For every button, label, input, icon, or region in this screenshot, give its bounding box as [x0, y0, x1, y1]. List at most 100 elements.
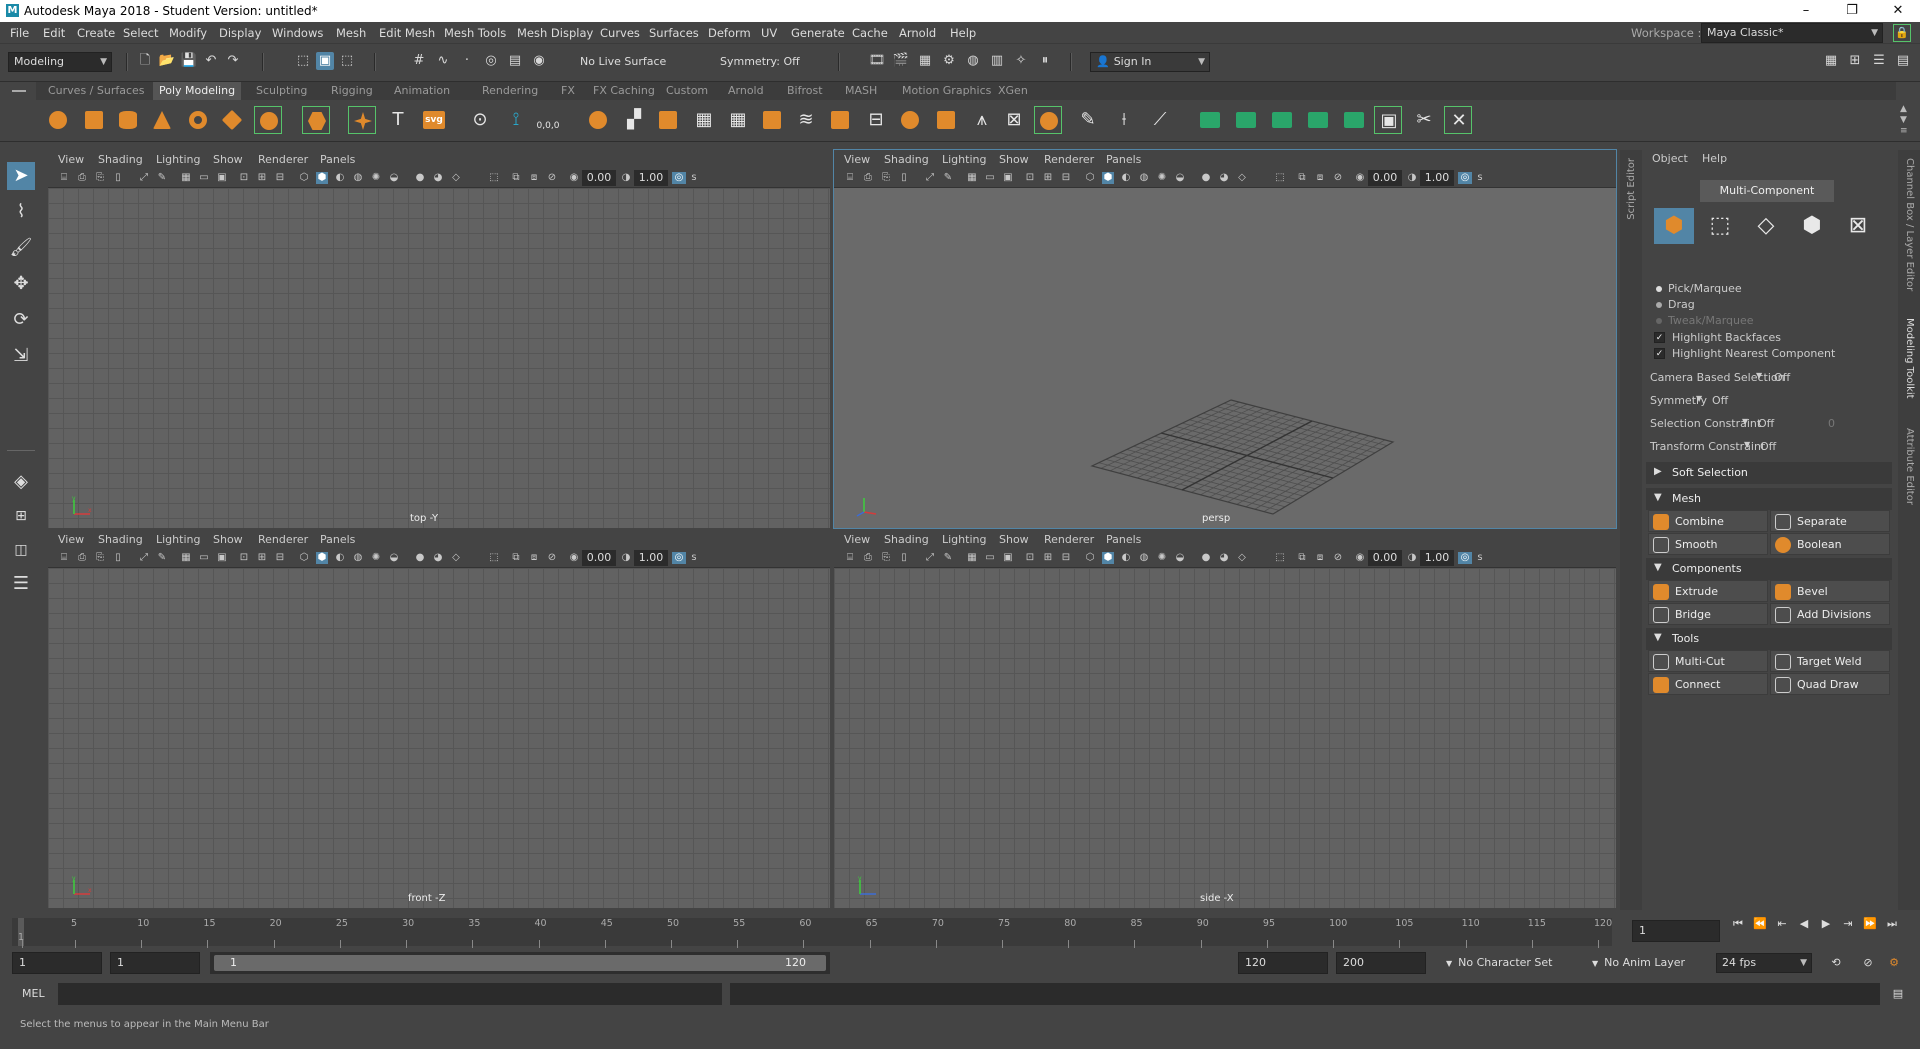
image-plane-icon[interactable]: ▯	[112, 552, 124, 564]
step-forward-frame-icon[interactable]: ⇥	[1840, 916, 1856, 932]
time-slider[interactable]: 1 5 10 15 20 25 30 35 40 45 50 55 60 65 70 75 80 85 90 95 10…	[0, 912, 1920, 952]
select-component-icon[interactable]: ⬚	[338, 52, 356, 70]
panel-menu-shading[interactable]: Shading	[884, 153, 929, 166]
panel-menu-lighting[interactable]: Lighting	[942, 153, 986, 166]
viewport-canvas[interactable]: yx front -Z	[48, 568, 830, 908]
safe-action-icon[interactable]: ⊟	[1060, 552, 1072, 564]
panel-menu-panels[interactable]: Panels	[1106, 153, 1141, 166]
two-d-pan-icon[interactable]: ⤢	[924, 552, 936, 564]
film-gate-icon[interactable]: ▭	[198, 172, 210, 184]
textured-icon[interactable]: ◍	[352, 172, 364, 184]
panel-menu-renderer[interactable]: Renderer	[1044, 153, 1094, 166]
motion-blur-icon[interactable]: ◕	[432, 172, 444, 184]
anti-aliasing-icon[interactable]: ◇	[1236, 172, 1248, 184]
modeling-toolkit-tab[interactable]: Modeling Toolkit	[1904, 318, 1915, 399]
wireframe-icon[interactable]: ⬡	[298, 552, 310, 564]
shelf-tab-xgen[interactable]: XGen	[998, 84, 1028, 97]
script-editor-icon[interactable]: ▤	[1890, 986, 1906, 1002]
highlight-nearest-checkbox[interactable]: ✓	[1654, 348, 1665, 359]
select-tool-icon[interactable]: ➤	[7, 162, 35, 190]
measure-tool-icon[interactable]: ⊙	[466, 106, 494, 134]
poly-torus-icon[interactable]	[184, 106, 212, 134]
panel-menu-show[interactable]: Show	[213, 533, 243, 546]
menu-mesh[interactable]: Mesh	[336, 26, 366, 40]
panel-menu-view[interactable]: View	[58, 533, 84, 546]
anti-aliasing-icon[interactable]: ◇	[450, 552, 462, 564]
playback-end-field[interactable]: 120	[1238, 952, 1328, 974]
script-editor-tab[interactable]: Script Editor	[1626, 158, 1637, 220]
toggle-attribute-editor-icon[interactable]: ⊞	[1846, 52, 1864, 70]
menu-display[interactable]: Display	[219, 26, 261, 40]
gamma-icon[interactable]: ◑	[620, 552, 632, 564]
lock-icon[interactable]: 🔒	[1893, 24, 1911, 42]
panel-menu-renderer[interactable]: Renderer	[258, 533, 308, 546]
make-live-icon[interactable]: ◉	[530, 52, 548, 70]
live-surface-field[interactable]: No Live Surface	[574, 52, 678, 72]
resolution-gate-icon[interactable]: ▣	[216, 552, 228, 564]
menu-surfaces[interactable]: Surfaces	[649, 26, 699, 40]
uv-editor-icon[interactable]	[1196, 106, 1224, 134]
gamma-field[interactable]: 1.00	[634, 170, 668, 186]
camera-attributes-icon[interactable]: ⎙	[862, 552, 874, 564]
panel-menu-view[interactable]: View	[844, 153, 870, 166]
snap-grid-icon[interactable]: #	[410, 52, 428, 70]
close-button[interactable]: ✕	[1875, 0, 1920, 22]
gamma-icon[interactable]: ◑	[620, 172, 632, 184]
multi-cut-icon[interactable]: ✎	[1074, 106, 1102, 134]
color-management-icon[interactable]: ◎	[672, 552, 686, 564]
textured-icon[interactable]: ◍	[1138, 172, 1150, 184]
quadrangulate-icon[interactable]	[1034, 106, 1062, 134]
redo-icon[interactable]: ↷	[224, 52, 242, 70]
shelf-tab-poly-modeling[interactable]: Poly Modeling	[153, 82, 242, 100]
xray-components-icon[interactable]: ⊘	[1332, 552, 1344, 564]
shelf-scroll-icon[interactable]: ▲ ▼ ≡	[1900, 104, 1908, 137]
xray-joints-icon[interactable]: ⧈	[528, 552, 540, 564]
bookmark-icon[interactable]: ⎘	[94, 552, 106, 564]
two-d-pan-icon[interactable]: ⤢	[924, 172, 936, 184]
ipr-render-icon[interactable]: ▦	[916, 52, 934, 70]
panel-menu-renderer[interactable]: Renderer	[1044, 533, 1094, 546]
menu-help[interactable]: Help	[950, 26, 976, 40]
gamma-field[interactable]: 1.00	[1420, 550, 1454, 566]
add-divisions-button[interactable]: Add Divisions	[1770, 603, 1890, 625]
shelf-tab-rigging[interactable]: Rigging	[331, 84, 373, 97]
edge-mode-icon[interactable]: ◇	[1746, 208, 1786, 244]
menu-curves[interactable]: Curves	[600, 26, 640, 40]
exposure-field[interactable]: 0.00	[582, 170, 616, 186]
image-plane-icon[interactable]: ▯	[112, 172, 124, 184]
step-back-frame-icon[interactable]: ⇤	[1774, 916, 1790, 932]
motion-blur-icon[interactable]: ◕	[1218, 552, 1230, 564]
step-back-key-icon[interactable]: ⏪	[1752, 916, 1768, 932]
preferences-icon[interactable]: ⚙	[1886, 955, 1902, 971]
anim-layer-dropdown[interactable]: ▼ No Anim Layer	[1586, 953, 1706, 973]
move-pivot-icon[interactable]: ⟟	[502, 106, 530, 134]
menu-create[interactable]: Create	[77, 26, 115, 40]
camera-select-icon[interactable]: ⌸	[844, 172, 856, 184]
xray-icon[interactable]: ⧉	[510, 552, 522, 564]
field-chart-icon[interactable]: ⊞	[256, 172, 268, 184]
separate-button[interactable]: Separate	[1770, 510, 1890, 532]
xray-components-icon[interactable]: ⊘	[546, 552, 558, 564]
view-transform-label[interactable]: s	[1474, 552, 1486, 564]
xray-joints-icon[interactable]: ⧈	[1314, 172, 1326, 184]
viewport-canvas[interactable]: yx top -Y	[48, 188, 830, 528]
spherical-uv-icon[interactable]	[1304, 106, 1332, 134]
paint-select-icon[interactable]: 🖌	[7, 234, 35, 262]
use-all-lights-icon[interactable]: ✺	[1156, 172, 1168, 184]
transform-constraint-option[interactable]: Transform Constraint ▼ Off	[1646, 437, 1886, 457]
scale-tool-icon[interactable]: ⇲	[7, 342, 35, 370]
command-input[interactable]	[58, 983, 722, 1005]
menu-file[interactable]: File	[10, 26, 29, 40]
connect-button[interactable]: Connect	[1648, 673, 1768, 695]
append-polygon-icon[interactable]: ⊟	[862, 106, 890, 134]
mesh-section[interactable]: ▼ Mesh	[1646, 488, 1892, 510]
smooth-button[interactable]: Smooth	[1648, 533, 1768, 555]
panel-menu-view[interactable]: View	[58, 153, 84, 166]
color-management-icon[interactable]: ◎	[1458, 172, 1472, 184]
auto-key-icon[interactable]: ⊘	[1860, 955, 1876, 971]
lasso-tool-icon[interactable]: ⌇	[7, 198, 35, 226]
panel-menu-shading[interactable]: Shading	[98, 533, 143, 546]
pick-marquee-radio[interactable]	[1656, 286, 1662, 292]
shelf-tab-fx[interactable]: FX	[561, 84, 575, 97]
grid-toggle-icon[interactable]: ▦	[180, 552, 192, 564]
